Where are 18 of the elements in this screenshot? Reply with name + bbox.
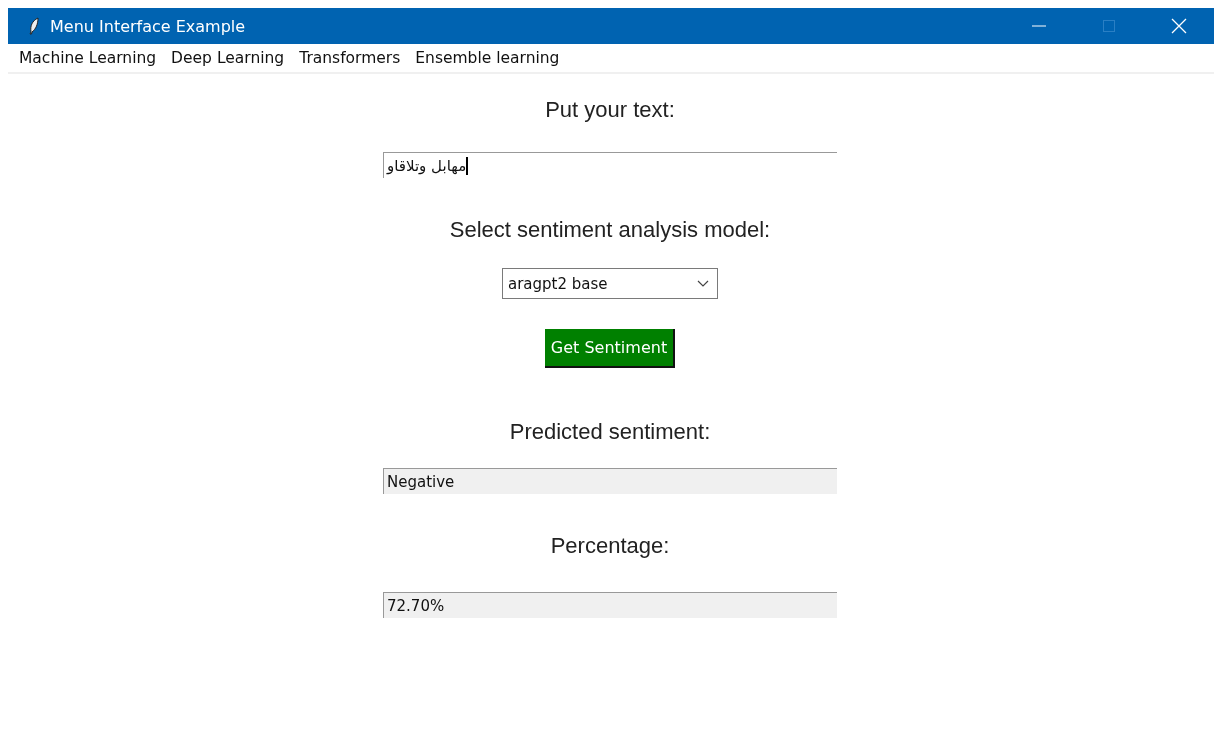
model-dropdown[interactable]: aragpt2 base [502, 268, 718, 299]
feather-icon [28, 17, 40, 35]
text-field[interactable]: مهابل وتلاقاو [383, 152, 837, 178]
menu-item[interactable]: Ensemble learning [408, 49, 568, 67]
minimize-icon[interactable] [1032, 25, 1046, 27]
get-sentiment-button[interactable]: Get Sentiment [545, 329, 675, 368]
menu-item[interactable]: Machine Learning [12, 49, 165, 67]
field-label: Predicted sentiment: [509, 418, 711, 446]
output-field[interactable]: 72.70% [383, 592, 837, 618]
field-label: Percentage: [550, 532, 670, 560]
output-field[interactable]: Negative [383, 468, 837, 494]
field-label: Select sentiment analysis model: [449, 216, 771, 244]
field-label: Put your text: [545, 96, 675, 124]
menu-item[interactable]: Deep Learning [164, 49, 293, 67]
menu-item[interactable]: Transformers [292, 49, 409, 67]
close-icon[interactable] [1171, 18, 1187, 34]
chevron-down-icon [697, 280, 709, 287]
window-title: Menu Interface Example [50, 16, 247, 36]
